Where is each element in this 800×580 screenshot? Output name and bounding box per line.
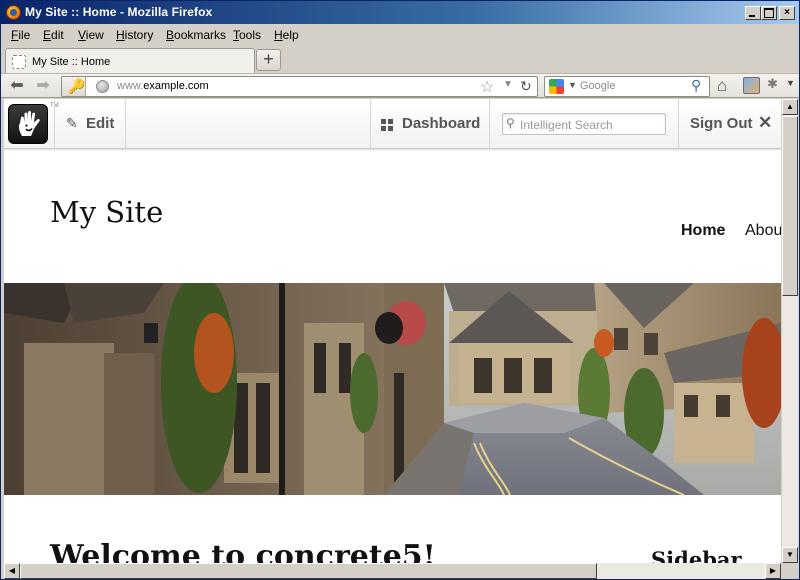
- page-viewport: TM ✎ Edit Dashboard ⚲ Intelligent Search: [4, 99, 781, 563]
- bookmark-star-icon[interactable]: ☆: [480, 77, 494, 97]
- site-title[interactable]: My Site: [50, 195, 163, 229]
- scroll-left-button[interactable]: ◀: [4, 563, 20, 579]
- google-engine-icon[interactable]: [549, 79, 564, 94]
- scroll-right-button[interactable]: ▶: [765, 563, 781, 579]
- welcome-heading: Welcome to concrete5!: [50, 539, 436, 563]
- url-bar[interactable]: 🔑 www.example.com ☆ ▼ ↻: [61, 76, 538, 97]
- dashboard-button[interactable]: Dashboard: [371, 99, 491, 149]
- search-bar[interactable]: ▼ Google ⚲: [544, 76, 710, 97]
- horizontal-scrollbar[interactable]: ◀ ▶: [4, 563, 781, 579]
- url-history-dropdown-icon[interactable]: ▼: [503, 79, 513, 90]
- puzzle-addon-icon[interactable]: ✱: [767, 76, 778, 92]
- new-tab-button[interactable]: +: [256, 49, 281, 71]
- minimize-button[interactable]: [745, 6, 761, 20]
- reload-icon[interactable]: ↻: [520, 78, 532, 95]
- home-icon[interactable]: ⌂: [717, 76, 727, 96]
- navigation-toolbar: ⬅ ➡ 🔑 www.example.com ☆ ▼ ↻ ▼ Google ⚲ ⌂…: [1, 73, 799, 98]
- nav-link-home[interactable]: Home: [681, 222, 725, 240]
- back-arrow-icon: ⬅: [10, 77, 24, 94]
- menu-bar: File Edit View History Bookmarks Tools H…: [1, 24, 799, 44]
- maximize-button[interactable]: [761, 6, 777, 20]
- close-window-button[interactable]: ×: [779, 6, 795, 20]
- menu-edit[interactable]: Edit: [43, 28, 64, 42]
- concrete5-logo[interactable]: TM: [8, 103, 59, 144]
- nav-link-about[interactable]: About: [745, 222, 781, 240]
- url-text[interactable]: www.example.com: [117, 80, 209, 92]
- close-icon: ×: [784, 7, 790, 18]
- search-magnifier-icon[interactable]: ⚲: [691, 77, 701, 94]
- tab-strip: My Site :: Home +: [1, 44, 799, 74]
- search-input[interactable]: Google: [580, 80, 615, 92]
- village-street-picture: [4, 283, 781, 495]
- tab-title: My Site :: Home: [32, 56, 111, 68]
- close-x-icon: ✕: [758, 113, 773, 132]
- toolbar-divider: [54, 99, 55, 149]
- search-icon: ⚲: [506, 116, 515, 130]
- sign-out-label: Sign Out: [690, 115, 753, 132]
- firefox-icon: [6, 5, 21, 20]
- menu-file[interactable]: File: [11, 28, 30, 42]
- addon-icon[interactable]: [743, 77, 760, 94]
- window-title: My Site :: Home - Mozilla Firefox: [25, 5, 213, 19]
- toolbar-divider: [125, 99, 126, 149]
- scroll-down-button[interactable]: ▼: [782, 547, 798, 563]
- concrete5-toolbar: TM ✎ Edit Dashboard ⚲ Intelligent Search: [4, 99, 781, 149]
- menu-history[interactable]: History: [116, 28, 153, 42]
- edit-label: Edit: [86, 115, 115, 132]
- menu-view[interactable]: View: [78, 28, 104, 42]
- intelligent-search-placeholder: Intelligent Search: [520, 118, 613, 132]
- hand-logo-icon: [18, 111, 40, 136]
- dashboard-label: Dashboard: [402, 115, 481, 132]
- hero-image: [4, 283, 781, 495]
- back-button[interactable]: ⬅: [7, 77, 27, 95]
- sign-out-button[interactable]: Sign Out ✕: [680, 99, 781, 149]
- title-bar[interactable]: My Site :: Home - Mozilla Firefox ×: [1, 1, 799, 24]
- sidebar-heading: Sidebar: [651, 547, 742, 563]
- key-icon: 🔑: [68, 78, 86, 94]
- globe-icon: [96, 80, 109, 93]
- grid-icon: [381, 119, 393, 131]
- firefox-window: My Site :: Home - Mozilla Firefox × File…: [0, 0, 800, 580]
- addon-dropdown-icon[interactable]: ▼: [786, 78, 795, 88]
- menu-bookmarks[interactable]: Bookmarks: [166, 28, 226, 42]
- forward-arrow-icon: ➡: [36, 77, 50, 94]
- vertical-scroll-thumb[interactable]: [782, 116, 798, 296]
- vertical-scrollbar[interactable]: ▲ ▼: [781, 99, 798, 563]
- menu-help[interactable]: Help: [274, 28, 299, 42]
- toolbar-divider: [489, 99, 490, 149]
- blank-page-icon: [12, 55, 26, 69]
- pencil-icon: ✎: [66, 115, 78, 131]
- toolbar-divider: [678, 99, 679, 149]
- engine-dropdown-icon[interactable]: ▼: [568, 80, 577, 90]
- edit-button[interactable]: ✎ Edit: [56, 99, 126, 149]
- menu-tools[interactable]: Tools: [233, 28, 261, 42]
- horizontal-scroll-thumb[interactable]: [20, 563, 597, 579]
- intelligent-search-input[interactable]: ⚲ Intelligent Search: [502, 113, 666, 135]
- tab-my-site-home[interactable]: My Site :: Home: [5, 48, 255, 74]
- forward-button[interactable]: ➡: [33, 77, 53, 95]
- scrollbar-corner: [781, 563, 799, 579]
- site-identity-button[interactable]: 🔑: [62, 77, 86, 96]
- scroll-up-button[interactable]: ▲: [782, 99, 798, 115]
